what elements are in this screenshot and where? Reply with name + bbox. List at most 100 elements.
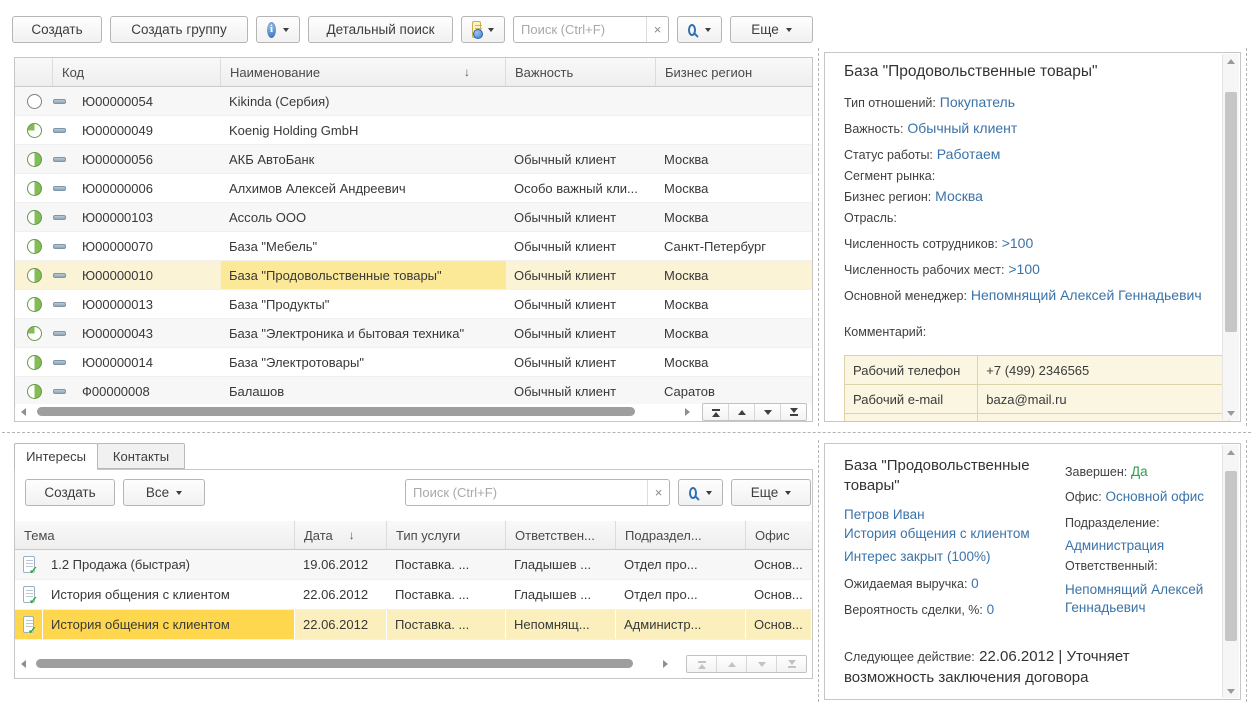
relationship-pie-icon [27,94,42,109]
interest-filter-button[interactable]: Все [123,479,205,506]
clear-search-button[interactable] [646,17,668,42]
create-group-button[interactable]: Создать группу [110,16,248,43]
info-dropdown-button[interactable] [256,16,300,43]
interest-create-button[interactable]: Создать [25,479,115,506]
scroll-right-icon[interactable] [680,404,694,420]
column-header[interactable]: Важность [506,58,656,86]
scroll-left-icon[interactable] [16,404,30,420]
scroll-down-icon[interactable] [1223,684,1239,698]
table-row[interactable]: Ю00000049Koenig Holding GmbH [15,116,812,145]
scroll-left-icon[interactable] [16,656,30,672]
sort-desc-icon [349,528,355,542]
contact-row: Рабочий e-mailbaza@mail.ru [845,385,1230,414]
interest-detail-scrollbar[interactable] [1222,445,1239,698]
interests-hscroll-track[interactable] [30,656,658,672]
table-row[interactable]: История общения с клиентом22.06.2012Пост… [15,610,812,640]
report-dropdown-button[interactable] [461,16,505,43]
column-header[interactable]: Код [53,58,221,86]
scroll-down-icon[interactable] [1223,406,1239,420]
detail-field-label: Комментарий: [844,325,926,339]
clients-hscrollbar[interactable] [16,404,811,420]
column-header[interactable]: Офис [746,521,812,549]
go-first-button[interactable] [703,404,729,420]
doc-cell [15,610,43,639]
scroll-up-icon[interactable] [1223,54,1239,68]
interest-search-settings-button[interactable] [678,479,723,506]
column-header[interactable]: Подраздел... [616,521,746,549]
horizontal-splitter[interactable] [2,432,1251,433]
region-cell: Москва [656,145,813,173]
interest-contact-link[interactable]: Петров Иван [844,505,1052,525]
table-row[interactable]: 1.2 Продажа (быстрая)19.06.2012Поставка.… [15,550,812,580]
detail-field-value[interactable]: Обычный клиент [903,120,1017,136]
go-next-button[interactable] [755,404,781,420]
code-cell: Ю00000049 [77,116,221,144]
column-header[interactable]: Тема [15,521,295,549]
right-edge-splitter-bottom[interactable] [1246,440,1247,702]
search-settings-button[interactable] [677,16,722,43]
create-button[interactable]: Создать [12,16,102,43]
detailed-search-button[interactable]: Детальный поиск [308,16,453,43]
interest-field-value[interactable]: 0 [983,602,994,617]
interests-table-header: ТемаДатаТип услугиОтветствен...Подраздел… [15,521,812,550]
interest-field-value[interactable]: Основной офис [1102,489,1204,504]
table-row[interactable]: Ю00000013База "Продукты"Обычный клиентМо… [15,290,812,319]
code-cell: Ю00000103 [77,203,221,231]
table-row[interactable]: Ю00000054Kikinda (Сербия) [15,87,812,116]
column-header[interactable] [15,58,53,86]
detail-field-value[interactable]: >100 [1004,261,1039,277]
table-row[interactable]: Ю00000070База "Мебель"Обычный клиентСанк… [15,232,812,261]
clients-hscroll-track[interactable] [30,404,680,420]
go-last-button[interactable] [781,404,806,420]
interest-field-value[interactable]: Непомнящий Алексей Геннадьевич [1065,582,1203,615]
go-last-button[interactable] [777,656,806,672]
region-cell: Москва [656,348,813,376]
interest-clear-search-button[interactable] [647,480,669,505]
client-detail-scrollbar[interactable] [1222,54,1239,420]
scroll-right-icon[interactable] [658,656,672,672]
interest-theme-link[interactable]: История общения с клиентом [844,524,1052,544]
interest-more-button[interactable]: Еще [731,479,811,506]
vertical-splitter-top[interactable] [818,48,819,426]
go-prev-button[interactable] [729,404,755,420]
tab-contacts[interactable]: Контакты [97,443,185,469]
search-input[interactable] [514,17,646,42]
interest-field-value[interactable]: Да [1127,464,1147,479]
detail-field-value[interactable]: Москва [931,188,983,204]
interests-hscroll-thumb[interactable] [36,659,633,668]
detail-field-value[interactable]: Покупатель [936,94,1015,110]
detail-field-value[interactable]: Работаем [933,146,1001,162]
interests-hscrollbar[interactable] [16,656,811,672]
more-button[interactable]: Еще [730,16,813,43]
column-header[interactable]: Тип услуги [387,521,506,549]
table-row[interactable]: Ф00000008БалашовОбычный клиентСаратов [15,377,812,406]
interest-search-input[interactable] [406,480,647,505]
tab-interests[interactable]: Интересы [14,443,98,470]
right-edge-splitter-top[interactable] [1246,48,1247,426]
table-row[interactable]: История общения с клиентом22.06.2012Пост… [15,580,812,610]
column-header[interactable]: Наименование [221,58,506,86]
scroll-up-icon[interactable] [1223,445,1239,459]
interest-state-link[interactable]: Интерес закрыт (100%) [844,549,1052,564]
client-detail-scroll-thumb[interactable] [1225,92,1237,332]
table-row[interactable]: Ю00000103Ассоль ООООбычный клиентМосква [15,203,812,232]
column-header[interactable]: Бизнес регион [656,58,813,86]
table-row[interactable]: Ю00000043База "Электроника и бытовая тех… [15,319,812,348]
detail-field-value[interactable]: Непомнящий Алексей Геннадьевич [967,287,1202,303]
vertical-splitter-bottom[interactable] [818,440,819,702]
table-row[interactable]: Ю00000010База "Продовольственные товары"… [15,261,812,290]
table-row[interactable]: Ю00000056АКБ АвтоБанкОбычный клиентМоскв… [15,145,812,174]
interest-field-value[interactable]: 0 [967,576,978,591]
detail-field-value[interactable]: >100 [998,235,1033,251]
column-header[interactable]: Ответствен... [506,521,616,549]
interest-field-value[interactable]: Администрация [1065,538,1164,553]
table-row[interactable]: Ю00000006Алхимов Алексей АндреевичОсобо … [15,174,812,203]
table-row[interactable]: Ю00000014База "Электротовары"Обычный кли… [15,348,812,377]
clients-hscroll-thumb[interactable] [37,407,635,416]
go-first-button[interactable] [687,656,717,672]
interest-detail-scroll-thumb[interactable] [1225,471,1237,641]
region-cell [656,87,813,115]
go-prev-button[interactable] [717,656,747,672]
go-next-button[interactable] [747,656,777,672]
column-header[interactable]: Дата [295,521,387,549]
